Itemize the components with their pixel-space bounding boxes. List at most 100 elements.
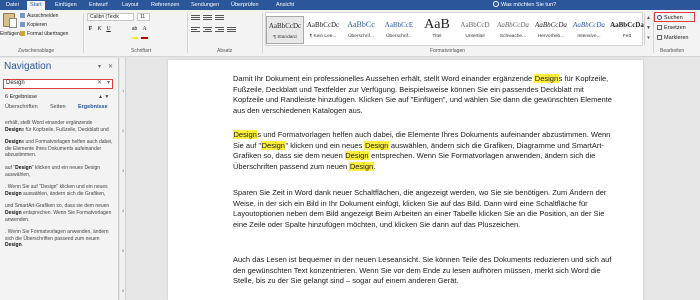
clear-search-icon[interactable]: ✕ xyxy=(97,80,102,87)
result-term: Design xyxy=(15,164,32,171)
list-item[interactable]: . Wenn Sie auf "Design" klicken und ein … xyxy=(5,184,113,197)
paragraph-group-label: Absatz xyxy=(217,48,233,54)
document-page[interactable]: Damit Ihr Dokument ein professionelles A… xyxy=(168,60,643,300)
search-options-icon[interactable]: ▾ xyxy=(107,80,110,87)
select-button[interactable]: Markieren xyxy=(657,34,688,42)
style-name: Intensive... xyxy=(577,34,601,39)
font-size-box[interactable]: 11 xyxy=(137,13,150,21)
highlight-button[interactable]: ab xyxy=(131,25,138,33)
style-name: Schwache... xyxy=(499,34,527,39)
result-term: Design xyxy=(5,126,22,133)
list-item[interactable]: Designs und Formatvorlagen helfen auch d… xyxy=(5,139,113,159)
tell-me-box[interactable]: Was möchten Sie tun? xyxy=(493,1,556,10)
style-name: Titel xyxy=(432,34,442,39)
tab-sendungen[interactable]: Sendungen xyxy=(188,1,222,10)
font-color-button[interactable]: A xyxy=(141,25,148,33)
replace-button[interactable]: Ersetzen xyxy=(657,24,686,32)
format-painter-button[interactable]: Format übertragen xyxy=(20,31,68,37)
styles-scroll[interactable]: ▲ ▼ ▾ xyxy=(644,13,652,45)
style-name: Fett xyxy=(622,34,632,39)
nav-tab-pages[interactable]: Seiten xyxy=(50,104,66,110)
style-name: ¶ Standard xyxy=(273,35,297,40)
navigation-search-input[interactable]: Design ✕ ▾ xyxy=(3,79,113,89)
style-name: Untertitel xyxy=(465,34,485,39)
font-color-swatch xyxy=(141,37,148,39)
tab-referenzen[interactable]: Referenzen xyxy=(148,1,182,10)
tab-entwurf[interactable]: Entwurf xyxy=(86,1,111,10)
list-item[interactable]: erhält, stellt Word einander ergänzende … xyxy=(5,120,113,133)
tab-layout[interactable]: Layout xyxy=(119,1,142,10)
style-standard[interactable]: AaBbCcDc ¶ Standard xyxy=(266,16,304,44)
list-item[interactable]: . Wenn Sie Formatvorlagen anwenden, ände… xyxy=(5,229,113,249)
tab-start[interactable]: Start xyxy=(27,1,45,10)
search-hit-highlight: Design xyxy=(261,140,286,150)
document-paragraph[interactable]: Designs und Formatvorlagen helfen auch d… xyxy=(233,130,616,172)
cut-button[interactable]: Ausschneiden xyxy=(20,13,58,19)
nav-tab-results[interactable]: Ergebnisse xyxy=(78,104,108,110)
previous-result-icon[interactable]: ▲ xyxy=(98,94,103,100)
result-text: . xyxy=(21,242,24,249)
align-center-icon[interactable] xyxy=(203,26,212,33)
tab-einfuegen[interactable]: Einfügen xyxy=(52,1,80,10)
italic-button[interactable]: K xyxy=(96,25,103,33)
numbering-icon[interactable] xyxy=(203,14,212,21)
style-sample: AaBbCcD xyxy=(460,21,490,29)
result-text: s und Formatvorlagen helfen auch dabei, … xyxy=(5,139,113,159)
style-kein-leerraum[interactable]: AaBbCcDc ¶ Kein Lee... xyxy=(304,16,342,44)
format-painter-icon xyxy=(20,31,25,36)
font-name-box[interactable]: Calibri (Textk xyxy=(87,13,134,21)
style-hervorhebung[interactable]: AaBbCcDa Hervorheb... xyxy=(532,16,570,44)
lightbulb-icon xyxy=(493,1,499,7)
scissors-icon xyxy=(20,13,25,18)
bullets-icon[interactable] xyxy=(191,14,200,21)
style-ueberschrift-2[interactable]: AaBbCcE Überschrif... xyxy=(380,16,418,44)
copy-icon xyxy=(20,22,25,27)
result-nav-arrows[interactable]: ▲ ▼ xyxy=(98,94,109,100)
result-text: . Wenn Sie auf "Design" klicken und ein … xyxy=(5,184,108,191)
copy-button[interactable]: Kopieren xyxy=(20,22,47,28)
style-fett[interactable]: AaBbCcDa Fett xyxy=(608,16,646,44)
styles-gallery[interactable]: AaBbCcDc ¶ Standard AaBbCcDc ¶ Kein Lee...… xyxy=(265,12,646,46)
search-hit-highlight: Design xyxy=(233,130,258,139)
search-button-highlight xyxy=(654,12,695,22)
multilevel-list-icon[interactable] xyxy=(215,14,224,21)
bold-button[interactable]: F xyxy=(87,25,94,33)
tab-ueberpruefen[interactable]: Überprüfen xyxy=(228,1,262,10)
style-untertitel[interactable]: AaBbCcD Untertitel xyxy=(456,16,494,44)
justify-icon[interactable] xyxy=(227,26,236,33)
style-titel[interactable]: AaB Titel xyxy=(418,16,456,44)
underline-button[interactable]: U xyxy=(105,25,112,33)
tell-me-label: Was möchten Sie tun? xyxy=(501,2,557,8)
style-schwache-hervorhebung[interactable]: AaBbCcDa Schwache... xyxy=(494,16,532,44)
next-result-icon[interactable]: ▼ xyxy=(104,94,109,100)
paste-button-label[interactable]: Einfügen xyxy=(0,31,20,37)
document-paragraph[interactable]: Auch das Lesen ist bequemer in der neuen… xyxy=(233,255,616,287)
search-hit-highlight: Design xyxy=(344,151,370,160)
tab-ansicht[interactable]: Ansicht xyxy=(273,1,297,10)
list-item[interactable]: auf "Design" klicken und ein neues Desig… xyxy=(5,165,113,178)
result-text: auswählen, ändern sich die Grafiken, xyxy=(21,190,106,197)
navigation-search-value: Design xyxy=(6,80,25,86)
pane-options-icon[interactable]: ▾ xyxy=(98,63,101,70)
vertical-ruler: 123456 xyxy=(120,58,126,300)
style-sample: AaBbCcDa xyxy=(610,21,644,29)
align-right-icon[interactable] xyxy=(215,26,224,33)
list-item[interactable]: und SmartArt-Grafiken so, dass sie dem n… xyxy=(5,203,113,223)
result-term: Design xyxy=(5,190,22,197)
nav-tab-headings[interactable]: Überschriften xyxy=(5,104,38,110)
style-name: Hervorheb... xyxy=(537,34,565,39)
align-left-icon[interactable] xyxy=(191,26,200,33)
document-paragraph[interactable]: Damit Ihr Dokument ein professionelles A… xyxy=(233,74,616,116)
style-intensive-hervorhebung[interactable]: AaBbCcDa Intensive... xyxy=(570,16,608,44)
style-sample: AaBbCcE xyxy=(384,21,414,29)
group-divider xyxy=(83,13,84,53)
tab-datei[interactable]: Datei xyxy=(3,1,22,10)
close-icon[interactable]: ✕ xyxy=(108,63,113,70)
paste-icon[interactable] xyxy=(3,13,17,28)
style-name: Überschrif... xyxy=(348,34,374,39)
style-name: Überschrif... xyxy=(386,34,412,39)
style-ueberschrift-1[interactable]: AaBbCc Überschrif... xyxy=(342,16,380,44)
result-term: Design xyxy=(5,139,22,146)
document-paragraph[interactable]: Sparen Sie Zeit in Word dank neuer Schal… xyxy=(233,188,616,230)
style-sample: AaBbCcDa xyxy=(535,21,567,29)
